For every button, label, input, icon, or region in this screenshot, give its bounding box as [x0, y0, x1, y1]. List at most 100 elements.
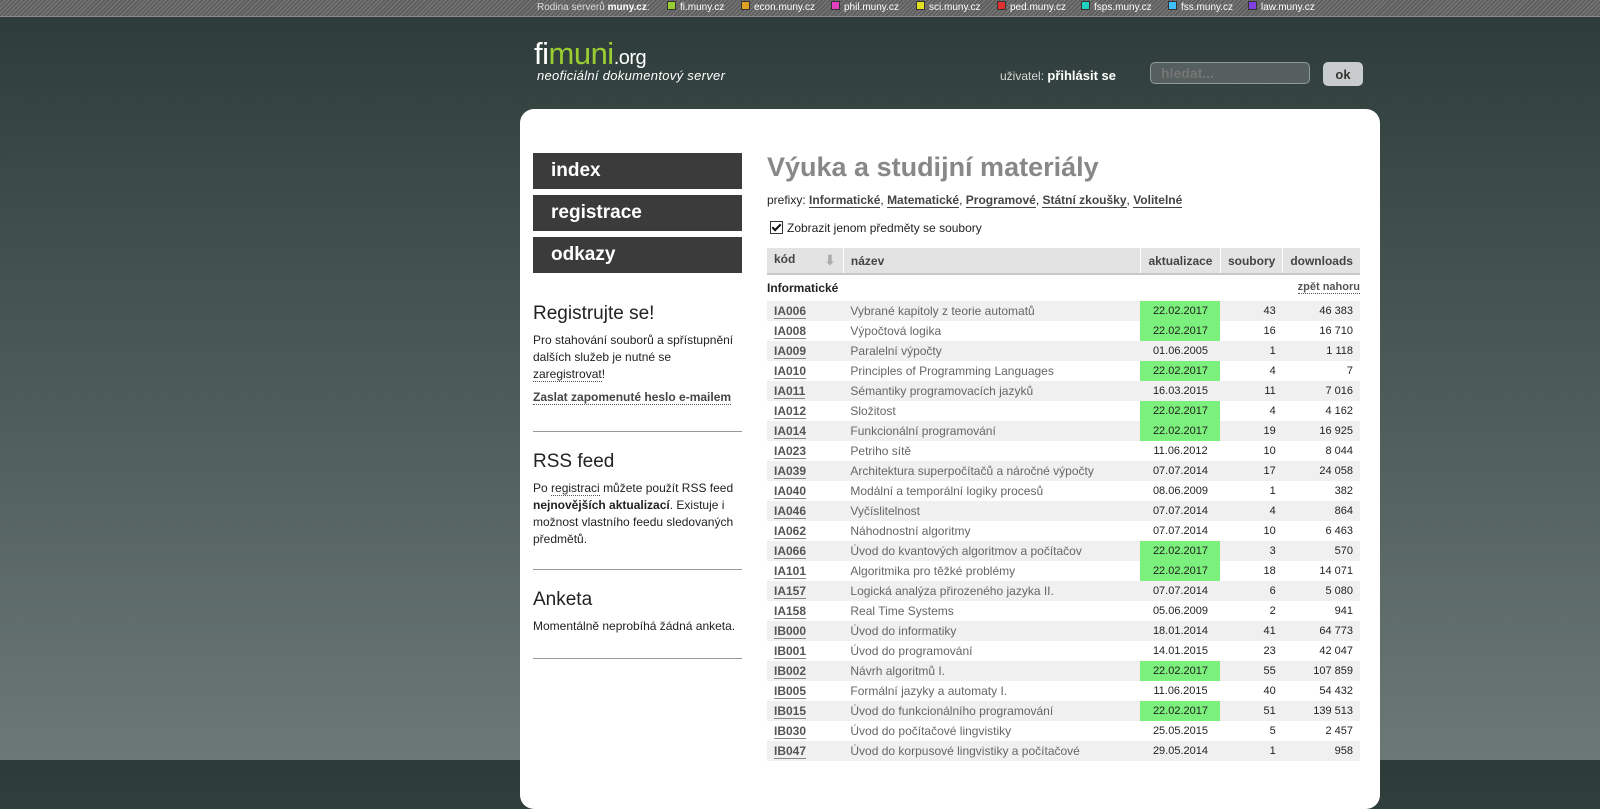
course-link[interactable]: IA039 — [774, 464, 807, 479]
column-updated[interactable]: aktualizace — [1139, 248, 1221, 275]
table-row[interactable]: IA039 Architektura superpočítačů a náročn… — [767, 461, 1360, 481]
course-link[interactable]: IA011 — [774, 384, 806, 399]
table-row[interactable]: IA009 Paralelní výpočty 01.06.2005 1 1 118 — [767, 341, 1360, 361]
course-code-link[interactable]: IB047 — [767, 741, 844, 761]
table-row[interactable]: IA012 Složitost 22.02.2017 4 4 162 — [767, 401, 1360, 421]
table-row[interactable]: IA062 Náhodnostní algoritmy 07.07.2014 10 6 … — [767, 521, 1360, 541]
course-link[interactable]: IA046 — [774, 504, 807, 519]
rss-updates-link[interactable]: nejnovějších aktualizací — [533, 498, 670, 512]
table-row[interactable]: IA101 Algoritmika pro těžké problémy 22.02… — [767, 561, 1360, 581]
files-only-filter[interactable]: Zobrazit jenom předměty se soubory — [770, 221, 982, 235]
column-files[interactable]: soubory — [1219, 248, 1283, 275]
course-link[interactable]: IA009 — [774, 344, 807, 359]
prefix-link-programove[interactable]: Programové — [965, 193, 1036, 208]
course-code-link[interactable]: IA062 — [767, 521, 843, 541]
table-row[interactable]: IA157 Logická analýza přirozeného jazyka … — [767, 581, 1360, 601]
column-code[interactable]: kód ⬇ — [767, 248, 844, 275]
server-link-fi[interactable]: fi.muny.cz — [667, 0, 724, 15]
course-code-link[interactable]: IA066 — [767, 541, 844, 561]
server-link-fsps[interactable]: fsps.muny.cz — [1081, 0, 1152, 15]
course-code-link[interactable]: IA157 — [767, 581, 844, 601]
prefix-link-volitelne[interactable]: Volitelné — [1133, 193, 1183, 208]
course-link[interactable]: IA006 — [774, 304, 807, 319]
course-link[interactable]: IA066 — [774, 544, 807, 559]
table-row[interactable]: IA011 Sémantiky programovacích jazyků 16.0… — [767, 381, 1360, 401]
course-link[interactable]: IA101 — [774, 564, 807, 579]
search-input[interactable] — [1150, 62, 1310, 84]
column-name[interactable]: název — [842, 248, 1141, 275]
server-link-ped[interactable]: ped.muny.cz — [997, 0, 1066, 15]
course-code-link[interactable]: IB002 — [767, 661, 844, 681]
course-link[interactable]: IB047 — [774, 744, 807, 759]
table-row[interactable]: IA006 Vybrané kapitoly z teorie automatů 2… — [767, 301, 1360, 321]
course-link[interactable]: IA023 — [774, 444, 807, 459]
table-row[interactable]: IA066 Úvod do kvantových algoritmov a poč… — [767, 541, 1360, 561]
course-code-link[interactable]: IA012 — [767, 401, 843, 421]
course-link[interactable]: IB001 — [774, 644, 807, 659]
table-row[interactable]: IA023 Petriho sítě 11.06.2012 10 8 044 — [767, 441, 1360, 461]
table-row[interactable]: IB000 Úvod do informatiky 18.01.2014 41 64 7… — [767, 621, 1360, 641]
nav-odkazy[interactable]: odkazy — [533, 237, 742, 273]
course-code-link[interactable]: IA011 — [767, 381, 844, 401]
nav-registrace[interactable]: registrace — [533, 195, 742, 231]
site-logo[interactable]: fimuni.org — [534, 36, 647, 72]
table-row[interactable]: IB001 Úvod do programování 14.01.2015 23 42 … — [767, 641, 1360, 661]
family-brand[interactable]: muny.cz — [608, 2, 647, 13]
table-row[interactable]: IB015 Úvod do funkcionálního programování… — [767, 701, 1360, 721]
course-link[interactable]: IB005 — [774, 684, 807, 699]
course-link[interactable]: IA062 — [774, 524, 807, 539]
table-row[interactable]: IB005 Formální jazyky a automaty I. 11.06.… — [767, 681, 1360, 701]
course-link[interactable]: IA010 — [774, 364, 807, 379]
course-link[interactable]: IB002 — [774, 664, 807, 679]
course-code-link[interactable]: IB015 — [767, 701, 844, 721]
course-link[interactable]: IB000 — [774, 624, 807, 639]
course-link[interactable]: IB015 — [774, 704, 807, 719]
rss-register-link[interactable]: registraci — [551, 481, 600, 496]
course-code-link[interactable]: IB000 — [767, 621, 844, 641]
nav-index[interactable]: index — [533, 153, 742, 189]
table-row[interactable]: IA046 Vyčíslitelnost 07.07.2014 4 864 — [767, 501, 1360, 521]
server-link-sci[interactable]: sci.muny.cz — [916, 0, 981, 15]
course-code-link[interactable]: IA046 — [767, 501, 844, 521]
course-code-link[interactable]: IA008 — [767, 321, 843, 341]
column-downloads[interactable]: downloads — [1282, 248, 1360, 275]
course-code-link[interactable]: IA158 — [767, 601, 843, 621]
table-row[interactable]: IB030 Úvod do počítačové lingvistiky 25.05… — [767, 721, 1360, 741]
course-code-link[interactable]: IB005 — [767, 681, 843, 701]
login-link[interactable]: přihlásit se — [1047, 68, 1116, 83]
course-link[interactable]: IA012 — [774, 404, 807, 419]
register-link[interactable]: zaregistrovat — [533, 367, 602, 382]
back-to-top-link[interactable]: zpět nahoru — [1297, 281, 1360, 294]
course-link[interactable]: IA014 — [774, 424, 807, 439]
course-code-link[interactable]: IB030 — [767, 721, 843, 741]
prefix-link-statni-zkousky[interactable]: Státní zkoušky — [1042, 193, 1127, 208]
server-link-law[interactable]: law.muny.cz — [1248, 0, 1315, 15]
table-row[interactable]: IA158 Real Time Systems 05.06.2009 2 941 — [767, 601, 1360, 621]
search-button[interactable]: ok — [1323, 62, 1363, 86]
table-row[interactable]: IA014 Funkcionální programování 22.02.2017… — [767, 421, 1360, 441]
checkbox-checked-icon[interactable] — [770, 221, 783, 234]
course-code-link[interactable]: IA010 — [767, 361, 843, 381]
server-link-econ[interactable]: econ.muny.cz — [741, 0, 815, 15]
course-code-link[interactable]: IA009 — [767, 341, 844, 361]
course-code-link[interactable]: IA014 — [767, 421, 844, 441]
server-link-phil[interactable]: phil.muny.cz — [831, 0, 899, 15]
table-row[interactable]: IB002 Návrh algoritmů I. 22.02.2017 55 107 8… — [767, 661, 1360, 681]
table-row[interactable]: IA040 Modální a temporální logiky procesů… — [767, 481, 1360, 501]
course-link[interactable]: IB030 — [774, 724, 807, 739]
forgot-password-link[interactable]: Zaslat zapomenuté heslo e-mailem — [533, 390, 732, 405]
course-link[interactable]: IA157 — [774, 584, 807, 599]
course-link[interactable]: IA158 — [774, 604, 807, 619]
course-code-link[interactable]: IA101 — [767, 561, 843, 581]
course-code-link[interactable]: IA040 — [767, 481, 843, 501]
prefix-link-informaticke[interactable]: Informatické — [809, 193, 881, 208]
course-link[interactable]: IA040 — [774, 484, 807, 499]
server-link-fss[interactable]: fss.muny.cz — [1168, 0, 1233, 15]
table-row[interactable]: IB047 Úvod do korpusové lingvistiky a poč… — [767, 741, 1360, 761]
prefix-link-matematicke[interactable]: Matematické — [887, 193, 960, 208]
table-row[interactable]: IA010 Principles of Programming Languages… — [767, 361, 1360, 381]
table-row[interactable]: IA008 Výpočtová logika 22.02.2017 16 16 710 — [767, 321, 1360, 341]
course-code-link[interactable]: IA039 — [767, 461, 844, 481]
course-link[interactable]: IA008 — [774, 324, 807, 339]
course-code-link[interactable]: IA006 — [767, 301, 844, 321]
